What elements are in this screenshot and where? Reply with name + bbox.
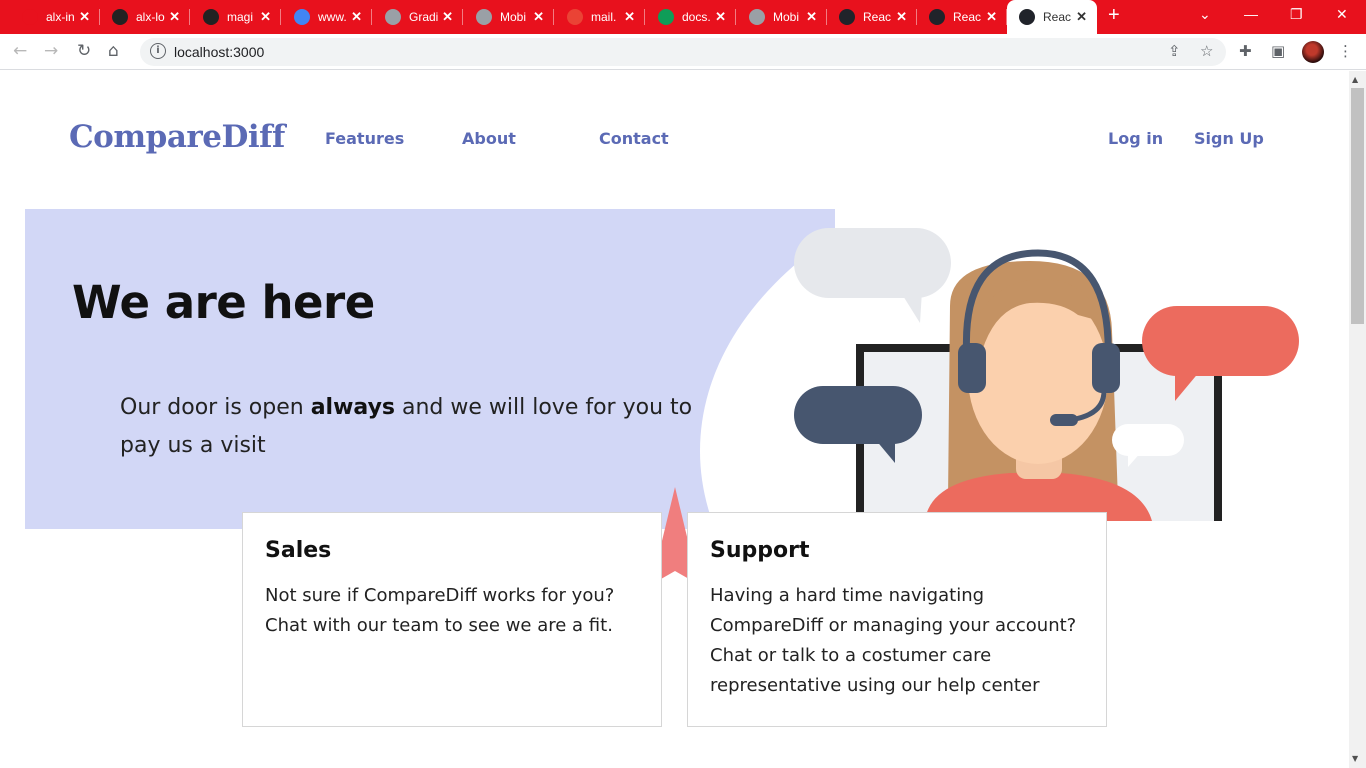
- tab-separator: [553, 9, 554, 25]
- nav-login[interactable]: Log in: [1108, 129, 1163, 148]
- new-tab-button[interactable]: +: [1108, 4, 1120, 27]
- browser-tab[interactable]: Gradi ✕: [373, 0, 463, 34]
- tab-close-icon[interactable]: ✕: [79, 9, 90, 25]
- browser-tab[interactable]: Reac ✕: [1007, 0, 1097, 34]
- google-icon: [294, 9, 310, 25]
- gray-speech-bubble: [794, 228, 951, 323]
- nav-signup[interactable]: Sign Up: [1194, 129, 1264, 148]
- ribbon-decoration: [661, 487, 689, 579]
- browser-tab[interactable]: docs. ✕: [646, 0, 736, 34]
- nav-about[interactable]: About: [462, 129, 516, 148]
- scrollbar-thumb[interactable]: [1351, 88, 1364, 324]
- globe-icon: [476, 9, 492, 25]
- site-info-icon[interactable]: i: [150, 43, 166, 59]
- tab-close-icon[interactable]: ✕: [260, 9, 271, 25]
- sales-card-title: Sales: [265, 538, 332, 563]
- tab-search-icon[interactable]: ⌄: [1199, 6, 1211, 23]
- scroll-down-arrow-icon[interactable]: ▼: [1352, 754, 1358, 763]
- browser-tab-strip: alx-in ✕ alx-lo ✕ magi ✕ www. ✕ Gradi ✕ Mobi ✕ mail.…: [0, 0, 1366, 34]
- browser-tab[interactable]: Mobi ✕: [737, 0, 827, 34]
- address-bar[interactable]: i localhost:3000 ⇪ ☆: [140, 38, 1226, 66]
- tab-separator: [371, 9, 372, 25]
- tab-close-icon[interactable]: ✕: [533, 9, 544, 25]
- tab-close-icon[interactable]: ✕: [624, 9, 635, 25]
- tab-close-icon[interactable]: ✕: [442, 9, 453, 25]
- tab-close-icon[interactable]: ✕: [169, 9, 180, 25]
- menu-dots-icon[interactable]: ⋮: [1338, 42, 1353, 60]
- tab-separator: [189, 9, 190, 25]
- alx-icon: [22, 9, 38, 25]
- tab-close-icon[interactable]: ✕: [806, 9, 817, 25]
- browser-tab[interactable]: Reac ✕: [917, 0, 1007, 34]
- home-icon[interactable]: ⌂: [108, 41, 119, 61]
- react-icon: [929, 9, 945, 25]
- globe-icon: [749, 9, 765, 25]
- share-icon[interactable]: ⇪: [1168, 42, 1181, 60]
- browser-toolbar: ← → ↻ ⌂ i localhost:3000 ⇪ ☆ ✚ ▣ ⋮: [0, 34, 1366, 70]
- side-panel-icon[interactable]: ▣: [1271, 42, 1285, 60]
- url-text[interactable]: localhost:3000: [174, 44, 264, 60]
- support-card-text: Having a hard time navigating CompareDif…: [710, 585, 1077, 696]
- nav-contact[interactable]: Contact: [599, 129, 669, 148]
- tab-close-icon[interactable]: ✕: [351, 9, 362, 25]
- browser-tab[interactable]: Mobi ✕: [464, 0, 554, 34]
- support-agent-illustration: [794, 228, 1299, 521]
- bookmark-star-icon[interactable]: ☆: [1200, 42, 1213, 60]
- extensions-icon[interactable]: ✚: [1239, 42, 1252, 60]
- browser-tab[interactable]: alx-in ✕: [10, 0, 100, 34]
- sheets-icon: [658, 9, 674, 25]
- browser-tab[interactable]: alx-lo ✕: [100, 0, 190, 34]
- restore-icon[interactable]: ❐: [1290, 6, 1303, 23]
- support-card-title: Support: [710, 538, 810, 563]
- github-icon: [203, 9, 219, 25]
- browser-tab[interactable]: Reac ✕: [827, 0, 917, 34]
- react-icon: [1019, 9, 1035, 25]
- tab-close-icon[interactable]: ✕: [986, 9, 997, 25]
- close-window-icon[interactable]: ✕: [1336, 6, 1348, 23]
- support-card: Support Having a hard time navigating Co…: [687, 512, 1107, 727]
- tab-separator: [280, 9, 281, 25]
- hero-title: We are here: [72, 276, 375, 329]
- browser-tab[interactable]: mail. ✕: [555, 0, 645, 34]
- hero-text: Our door is open always and we will love…: [120, 395, 693, 458]
- tab-separator: [735, 9, 736, 25]
- tab-close-icon[interactable]: ✕: [715, 9, 726, 25]
- profile-avatar[interactable]: [1302, 41, 1324, 63]
- browser-tab[interactable]: www. ✕: [282, 0, 372, 34]
- scroll-up-arrow-icon[interactable]: ▲: [1352, 75, 1358, 84]
- site-logo[interactable]: CompareDiff: [69, 119, 285, 155]
- gmail-icon: [567, 9, 583, 25]
- browser-tab[interactable]: magi ✕: [191, 0, 281, 34]
- globe-icon: [385, 9, 401, 25]
- tab-close-icon[interactable]: ✕: [1076, 9, 1087, 25]
- nav-features[interactable]: Features: [325, 129, 404, 148]
- tab-close-icon[interactable]: ✕: [896, 9, 907, 25]
- sales-card: Sales Not sure if CompareDiff works for …: [242, 512, 662, 727]
- minimize-icon[interactable]: —: [1244, 6, 1258, 22]
- github-icon: [112, 9, 128, 25]
- tab-separator: [462, 9, 463, 25]
- forward-icon[interactable]: →: [44, 41, 58, 61]
- page-viewport: CompareDiff Features About Contact Log i…: [0, 71, 1349, 768]
- sales-card-text: Not sure if CompareDiff works for you? C…: [265, 585, 615, 636]
- tab-separator: [644, 9, 645, 25]
- react-icon: [839, 9, 855, 25]
- back-icon[interactable]: ←: [13, 41, 27, 61]
- hero-text-bold: always: [310, 395, 396, 420]
- reload-icon[interactable]: ↻: [77, 41, 91, 61]
